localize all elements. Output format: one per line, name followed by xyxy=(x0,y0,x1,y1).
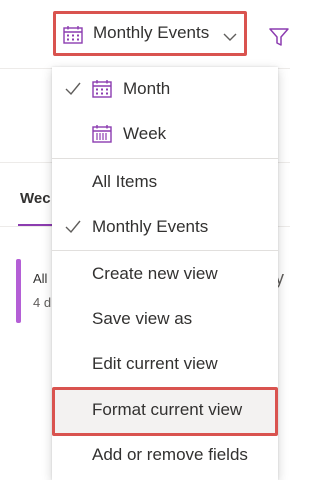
menu-item-label: Monthly Events xyxy=(92,217,209,236)
menu-item-month[interactable]: Month xyxy=(52,67,278,112)
calendar-week-icon xyxy=(92,124,112,148)
menu-item-week[interactable]: Week xyxy=(52,112,278,157)
menu-divider xyxy=(52,250,278,251)
menu-item-save-view-as[interactable]: Save view as xyxy=(52,297,278,342)
event-card-subtitle: 4 d xyxy=(33,295,52,310)
menu-item-add-or-remove-fields[interactable]: Add or remove fields xyxy=(52,433,278,478)
menu-item-label: Create new view xyxy=(92,264,218,283)
calendar-month-icon xyxy=(92,79,112,103)
command-bar: Monthly Events xyxy=(0,0,290,69)
filter-icon[interactable] xyxy=(269,27,289,52)
view-selector-highlight xyxy=(53,11,247,56)
menu-item-create-new-view[interactable]: Create new view xyxy=(52,252,278,297)
menu-item-edit-current-view[interactable]: Edit current view xyxy=(52,342,278,387)
menu-item-label: All Items xyxy=(92,172,158,191)
event-card-accent xyxy=(16,259,21,323)
checkmark-icon xyxy=(65,219,81,239)
checkmark-icon xyxy=(65,81,81,101)
menu-item-label: Save view as xyxy=(92,309,193,328)
menu-item-label: Add or remove fields xyxy=(92,445,248,464)
menu-item-monthly-events[interactable]: Monthly Events xyxy=(52,205,278,250)
menu-divider xyxy=(52,158,278,159)
tab-week[interactable]: Wec xyxy=(20,190,51,207)
event-card-title: All xyxy=(33,271,48,286)
menu-item-label: Month xyxy=(123,79,171,98)
format-view-highlight xyxy=(52,387,278,436)
menu-item-label: Edit current view xyxy=(92,354,218,373)
menu-item-label: Week xyxy=(123,124,167,143)
menu-item-all-items[interactable]: All Items xyxy=(52,160,278,205)
